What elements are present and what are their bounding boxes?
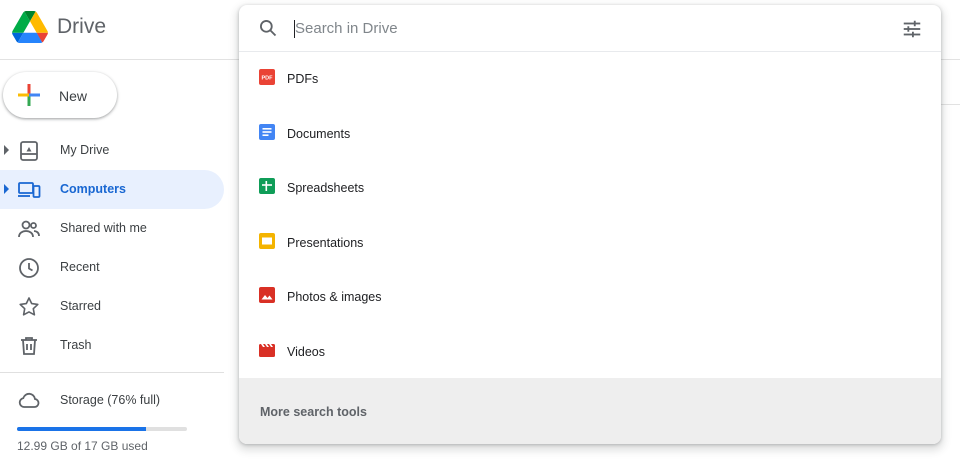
new-button-label: New (59, 88, 88, 104)
video-icon (259, 343, 275, 357)
file-type-label: Photos & images (287, 290, 382, 304)
app-name: Drive (57, 15, 107, 38)
search-dropdown-panel: PDF PDFs Documents Spreadsheets (239, 5, 941, 444)
storage-used-text: 12.99 GB of 17 GB used (17, 439, 148, 453)
sidebar-item-trash[interactable]: Trash (0, 326, 224, 365)
expand-caret-icon[interactable] (4, 145, 9, 155)
sidebar-item-label: Trash (60, 338, 92, 352)
file-type-photos-images[interactable]: Photos & images (239, 269, 941, 324)
sidebar-divider (0, 372, 224, 373)
sidebar-nav: My Drive Computers Shared with me Recent… (0, 131, 224, 365)
sheets-icon (259, 178, 275, 194)
my-drive-icon (20, 141, 38, 161)
search-options-icon[interactable] (901, 18, 923, 40)
sidebar-item-starred[interactable]: Starred (0, 287, 224, 326)
people-icon (18, 220, 40, 238)
storage-label[interactable]: Storage (76% full) (60, 393, 160, 407)
more-search-tools-label: More search tools (260, 405, 367, 419)
new-button[interactable]: New (3, 72, 117, 118)
file-type-documents[interactable]: Documents (239, 106, 941, 161)
file-type-spreadsheets[interactable]: Spreadsheets (239, 160, 941, 215)
file-type-label: Presentations (287, 235, 364, 250)
clock-icon (19, 258, 39, 278)
file-type-label: Videos (287, 344, 325, 359)
sidebar-item-my-drive[interactable]: My Drive (0, 131, 224, 170)
sidebar-item-label: Shared with me (60, 221, 147, 235)
file-type-pdfs[interactable]: PDF PDFs (239, 51, 941, 106)
sidebar-item-label: My Drive (60, 143, 110, 157)
file-type-videos[interactable]: Videos (239, 324, 941, 379)
file-type-list: PDF PDFs Documents Spreadsheets Presenta… (239, 51, 941, 378)
pdf-icon: PDF (259, 69, 275, 85)
file-type-label: PDFs (287, 72, 319, 86)
sidebar-item-label: Recent (60, 260, 100, 274)
search-icon[interactable] (258, 18, 278, 38)
computers-icon (18, 182, 41, 198)
sidebar-item-shared-with-me[interactable]: Shared with me (0, 209, 224, 248)
sidebar-item-computers[interactable]: Computers (0, 170, 224, 209)
more-search-tools-button[interactable]: More search tools (239, 378, 941, 444)
file-type-label: Spreadsheets (287, 181, 365, 195)
sidebar-item-label: Computers (60, 182, 126, 196)
storage-progress-fill (17, 427, 147, 431)
sidebar-item-label: Starred (60, 299, 101, 313)
expand-caret-icon[interactable] (4, 184, 9, 194)
file-type-presentations[interactable]: Presentations (239, 215, 941, 270)
plus-icon (18, 84, 40, 106)
cloud-icon (18, 392, 40, 408)
file-type-label: Documents (287, 126, 351, 141)
star-icon (19, 297, 39, 316)
slides-icon (259, 232, 275, 249)
drive-logo-icon[interactable] (12, 11, 48, 43)
sidebar-item-recent[interactable]: Recent (0, 248, 224, 287)
svg-text:PDF: PDF (262, 76, 274, 82)
docs-icon (259, 123, 275, 140)
trash-icon (21, 337, 37, 355)
search-bar (239, 5, 941, 52)
image-icon (259, 287, 275, 303)
search-input[interactable] (295, 17, 875, 39)
storage-progress-bar (17, 427, 187, 431)
content-divider (941, 104, 960, 105)
